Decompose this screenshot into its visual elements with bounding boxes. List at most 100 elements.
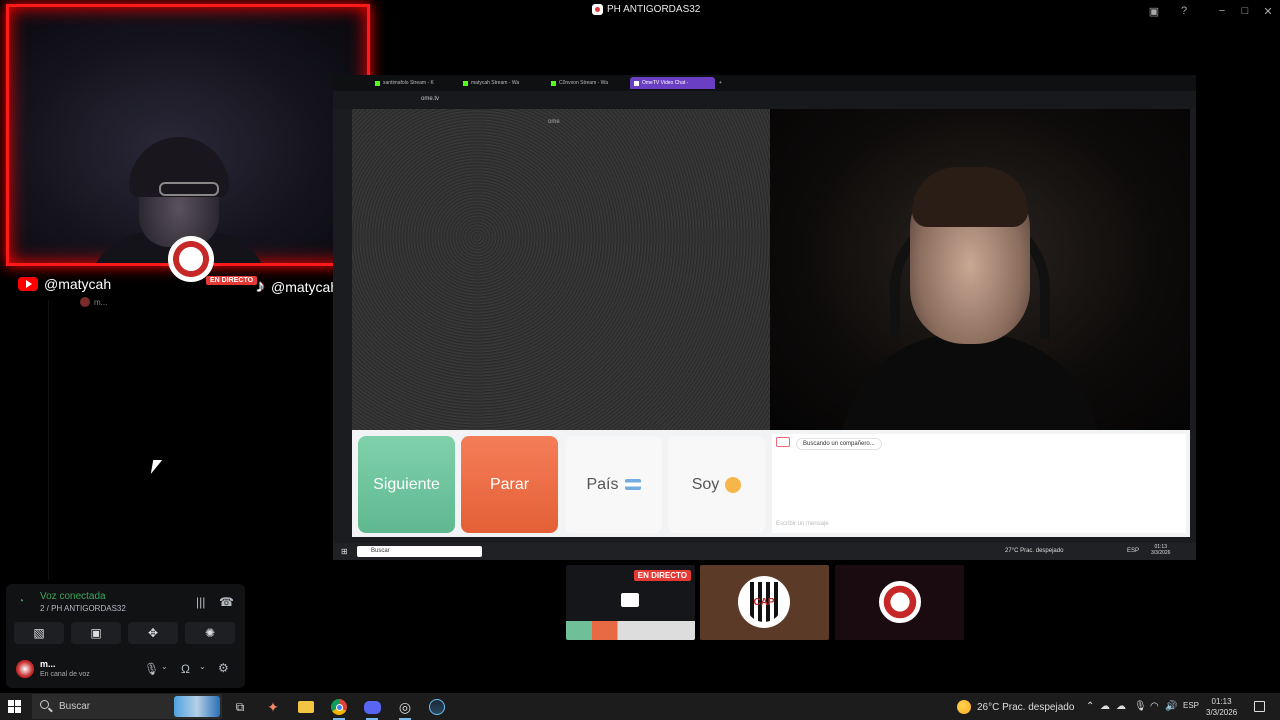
soundboard-button[interactable]: ✺ [185, 622, 235, 644]
tab-kick-2[interactable]: matycah Stream - Wa [459, 77, 544, 89]
disconnect-icon[interactable]: ☎ [219, 595, 234, 609]
inner-taskbar: ⊞ Buscar 27°C Prac. despejado ESP 01:13 3… [333, 543, 1196, 560]
tiktok-handle: ♪ @matycah [256, 276, 338, 297]
streamer-glasses [159, 182, 219, 196]
tab-kick-1[interactable]: xantimafolo Stream - K [371, 77, 456, 89]
preview-strip [566, 621, 695, 640]
weather-widget[interactable]: 26°C Prac. despejado [957, 700, 1074, 714]
steam-icon[interactable] [426, 696, 448, 718]
minimize-button[interactable]: − [1214, 3, 1230, 19]
voice-user-mini[interactable]: m... [80, 297, 107, 307]
chrome-icon[interactable] [328, 696, 350, 720]
inner-weather: 27°C Prac. despejado [1005, 548, 1064, 554]
taskbar-search[interactable]: Buscar [32, 694, 222, 719]
microphone-icon[interactable]: 🎙 [144, 662, 159, 676]
shared-screen: xantimafolo Stream - K matycah Stream - … [333, 75, 1196, 560]
youtube-icon [18, 277, 38, 291]
headphones-icon[interactable]: Ω [181, 662, 190, 676]
clock[interactable]: 01:13 3/3/2026 [1206, 696, 1237, 718]
monitor-icon [621, 593, 639, 607]
inner-search[interactable]: Buscar [357, 546, 482, 557]
search-label: Buscar [59, 701, 91, 712]
ometv-icon [634, 80, 639, 86]
address-bar[interactable]: ome.tv [333, 91, 1196, 109]
file-explorer-icon[interactable] [295, 696, 317, 718]
avatar[interactable] [16, 660, 34, 678]
voice-channel[interactable]: 2 / PH ANTIGORDAS32 [40, 604, 126, 613]
window-title: PH ANTIGORDAS32 [592, 4, 700, 15]
screen-share-icon[interactable]: ▣ [1146, 3, 1162, 19]
voice-status[interactable]: Voz conectada [40, 591, 106, 602]
voice-panel: ◔ Voz conectada 2 / PH ANTIGORDAS32 ||| … [6, 584, 245, 688]
gear-icon[interactable]: ⚙ [218, 661, 229, 675]
close-button[interactable]: ✕ [1260, 3, 1276, 19]
user-name[interactable]: m... [40, 659, 56, 669]
taskbar: Buscar ⧉ ✦ ◎ 26°C Prac. despejado ⌃ ☁ ☁ … [0, 693, 1280, 720]
country-button[interactable]: País [565, 436, 662, 533]
chevron-down-icon[interactable]: ⌄ [161, 662, 168, 671]
signal-icon: ◔ [18, 596, 25, 607]
tab-ometv[interactable]: OmeTV Video Chat - [630, 77, 715, 89]
stream-preview-thumb[interactable]: EN DIRECTO [566, 565, 695, 640]
facecam [6, 4, 370, 266]
chat-status: Buscando un compañero... [796, 438, 882, 450]
partner-hair [912, 167, 1028, 227]
soundboard-icon[interactable]: ||| [196, 595, 205, 609]
language-indicator[interactable]: ESP [1183, 701, 1199, 710]
obs-icon[interactable]: ◎ [394, 696, 416, 720]
chat-icon [776, 437, 790, 447]
ometv-page: ome Siguiente Parar País Soy Buscando un… [352, 109, 1190, 537]
help-icon[interactable]: ? [1176, 3, 1192, 19]
windows-start-icon[interactable] [8, 700, 21, 713]
gender-button[interactable]: Soy [668, 436, 765, 533]
tiktok-handle-text: @matycah [271, 278, 339, 295]
crest-icon: CAP [738, 576, 790, 628]
window-title-text: PH ANTIGORDAS32 [607, 4, 701, 15]
partner-torso [840, 334, 1100, 430]
activities-icon: ✥ [147, 626, 159, 640]
new-tab-button[interactable]: + [715, 77, 727, 89]
mini-user-name: m... [94, 297, 108, 307]
maximize-button[interactable]: □ [1237, 3, 1253, 19]
url-text: ome.tv [421, 96, 440, 102]
kick-icon [375, 80, 380, 86]
live-badge: EN DIRECTO [633, 570, 691, 581]
boy-emoji-icon [725, 476, 742, 493]
task-view-icon[interactable]: ⧉ [229, 696, 251, 718]
windows-icon[interactable]: ⊞ [341, 547, 348, 556]
inner-lang: ESP [1127, 548, 1140, 554]
kick-icon [551, 80, 556, 86]
weather-sun-icon [957, 700, 971, 714]
sparkle-icon: ✺ [204, 626, 216, 640]
mic-tray-icon[interactable]: 🎙 [1134, 701, 1147, 712]
onedrive-icon[interactable]: ☁ [1116, 701, 1126, 712]
search-icon [40, 700, 49, 709]
app-icon [592, 4, 603, 15]
inner-clock: 01:13 3/3/2026 [1151, 544, 1171, 556]
cloud-icon[interactable]: ☁ [1100, 701, 1110, 712]
browser-tab-bar: xantimafolo Stream - K matycah Stream - … [333, 75, 1196, 91]
local-video: ome [352, 109, 770, 430]
mini-avatar [80, 297, 90, 307]
next-button[interactable]: Siguiente [358, 436, 455, 533]
tray-chevron-icon[interactable]: ⌃ [1086, 701, 1094, 712]
activities-button[interactable]: ✥ [128, 622, 178, 644]
stop-button[interactable]: Parar [461, 436, 558, 533]
chat-input[interactable]: Escribir un mensaje [776, 521, 829, 527]
copilot-icon[interactable]: ✦ [262, 696, 284, 718]
screen-share-button[interactable]: ▣ [71, 622, 121, 644]
live-badge: EN DIRECTO [206, 276, 258, 285]
channel-logo-thumb[interactable] [835, 565, 964, 640]
discord-icon[interactable] [361, 696, 383, 720]
volume-icon[interactable]: 🔊 [1165, 701, 1177, 712]
camera-off-button[interactable]: ▧ [14, 622, 64, 644]
notification-icon[interactable] [1254, 701, 1265, 712]
wifi-icon[interactable]: ◠ [1150, 701, 1159, 712]
tab-kick-3[interactable]: C0nvxon Stream - Wa [547, 77, 632, 89]
search-highlight-art [174, 696, 220, 717]
tiktok-icon: ♪ [256, 276, 265, 296]
chat-panel: Buscando un compañero... Escribir un men… [772, 434, 1186, 533]
camera-off-icon: ▧ [33, 626, 45, 640]
chevron-down-icon[interactable]: ⌄ [199, 662, 206, 671]
platense-crest-thumb[interactable]: CAP [700, 565, 829, 640]
